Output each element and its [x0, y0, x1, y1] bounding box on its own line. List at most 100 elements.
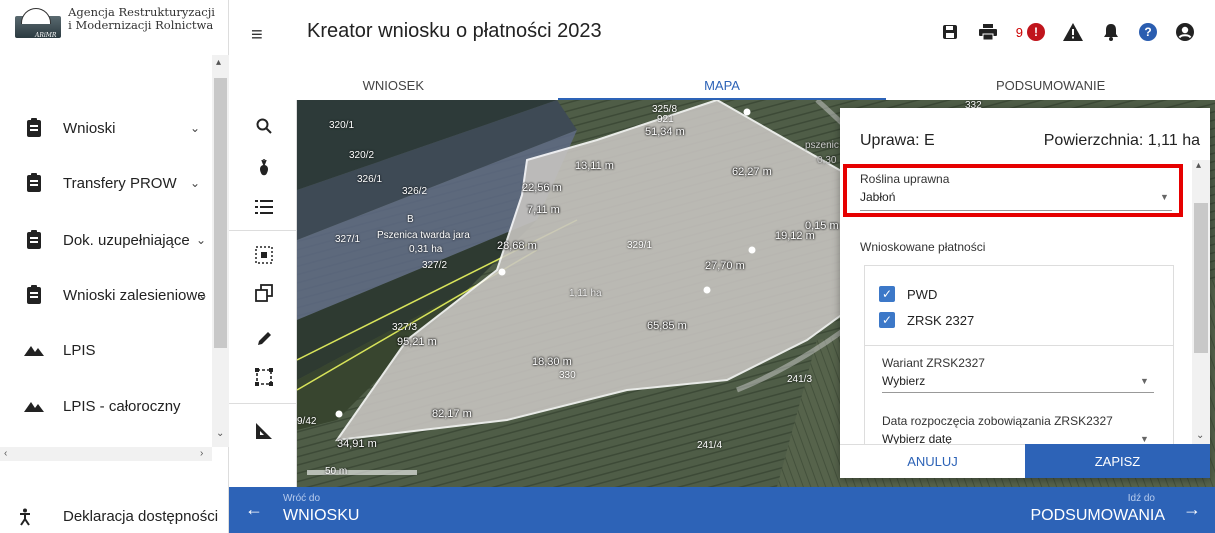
accessibility-icon: [15, 507, 35, 527]
clipboard-icon: [24, 117, 44, 138]
field-b-area: 0,31 ha: [409, 244, 443, 255]
parcel-label: 320/2: [349, 150, 375, 161]
sidebar-item-transfery-prow[interactable]: Transfery PROW ⌄: [0, 163, 212, 203]
save-icon[interactable]: [940, 22, 960, 42]
page-title: Kreator wniosku o płatności 2023: [307, 20, 602, 42]
menu-icon[interactable]: ≡: [251, 24, 263, 47]
segment-length: 62,27 m: [732, 166, 772, 178]
dropdown-caret-icon: ▼: [1140, 376, 1149, 386]
arimr-logo[interactable]: ARiMR Agencja Restrukturyzacji i Moderni…: [15, 6, 215, 50]
pencil-icon[interactable]: [253, 328, 275, 350]
copy-shape-icon[interactable]: [253, 282, 275, 304]
accessibility-declaration-label: Deklaracja dostępności: [63, 508, 219, 525]
crop-plant-icon[interactable]: [253, 157, 275, 179]
field-e-area: 1,11 ha: [569, 288, 602, 299]
chevron-down-icon: ⌄: [196, 233, 207, 247]
search-icon[interactable]: [253, 115, 275, 137]
scroll-right-icon[interactable]: ›: [200, 448, 203, 459]
cancel-button[interactable]: ANULUJ: [840, 444, 1025, 478]
error-icon[interactable]: !: [1027, 23, 1045, 41]
user-account-icon[interactable]: [1175, 22, 1195, 42]
top-bar: ≡ Kreator wniosku o płatności 2023 9 ! ?: [229, 0, 1215, 70]
date-select[interactable]: Wybierz datę ▼: [882, 428, 1154, 444]
help-icon[interactable]: ?: [1139, 23, 1157, 41]
sidebar-horizontal-scrollbar[interactable]: [0, 447, 212, 461]
mountains-icon: [24, 396, 44, 416]
sidebar-item-lpis-caloroczny[interactable]: LPIS - całoroczny: [0, 386, 212, 426]
bounding-box-icon[interactable]: [253, 366, 275, 388]
sidebar: ARiMR Agencja Restrukturyzacji i Moderni…: [0, 0, 229, 533]
back-to-application-button[interactable]: ← Wróć do WNIOSKU: [229, 487, 489, 533]
tab-podsumowanie[interactable]: PODSUMOWANIE: [886, 70, 1215, 100]
segment-length: 34,91 m: [337, 438, 377, 450]
checkbox-pwd[interactable]: ✓: [879, 286, 895, 302]
neighbor-field-label: pszenic: [805, 140, 839, 151]
parcel-label: 330: [559, 370, 576, 381]
scroll-left-icon[interactable]: ‹: [4, 448, 7, 459]
dropdown-caret-icon: ▼: [1140, 434, 1149, 444]
map-toolbar: [229, 100, 297, 487]
error-count: 9: [1015, 24, 1023, 40]
go-to-summary-button[interactable]: Idź do PODSUMOWANIA →: [955, 487, 1215, 533]
parcel-label: 241/4: [697, 440, 723, 451]
select-area-icon[interactable]: [253, 244, 275, 266]
segment-length: 13,11 m: [575, 160, 614, 172]
sidebar-item-label: Wnioski zalesieniowe: [63, 286, 206, 304]
tab-bar: WNIOSEK MAPA PODSUMOWANIE: [229, 70, 1215, 100]
divider: [229, 230, 297, 231]
segment-length: 0,15 m: [805, 220, 839, 232]
checkbox-zrsk2327[interactable]: ✓: [879, 312, 895, 328]
clipboard-icon: [24, 172, 44, 193]
parcel-label: 921: [657, 114, 674, 125]
sidebar-item-wnioski-zalesieniowe[interactable]: Wnioski zalesieniowe ⌄: [0, 275, 212, 315]
segment-length: 65,85 m: [647, 320, 687, 332]
parcel-label: 9/42: [297, 416, 317, 427]
scroll-up-icon[interactable]: ▴: [1196, 160, 1201, 171]
payment-label: ZRSK 2327: [907, 313, 975, 328]
mountains-icon: [24, 340, 44, 360]
accessibility-declaration-link[interactable]: Deklaracja dostępności: [0, 500, 229, 533]
arimr-logo-icon: ARiMR: [15, 6, 62, 42]
scroll-up-icon[interactable]: ▴: [216, 57, 221, 68]
tab-wniosek[interactable]: WNIOSEK: [229, 70, 558, 100]
segment-length: 82,17 m: [432, 408, 472, 420]
parcel-label: 327/2: [422, 260, 448, 271]
save-button[interactable]: ZAPISZ: [1025, 444, 1210, 478]
sidebar-item-label: Transfery PROW: [63, 174, 177, 192]
field-b-crop: Pszenica twarda jara: [377, 230, 470, 241]
field-b-label: B: [407, 214, 414, 225]
date-label: Data rozpoczęcia zobowiązania ZRSK2327: [882, 414, 1113, 428]
sidebar-item-dok-uzupelniajace[interactable]: Dok. uzupełniające ⌄: [0, 220, 212, 260]
parcel-label: 329/1: [627, 240, 653, 251]
sidebar-scrollbar-thumb[interactable]: [214, 78, 227, 348]
segment-length: 51,34 m: [645, 126, 685, 138]
scroll-down-icon[interactable]: ⌄: [216, 428, 224, 439]
parcel-label: 326/1: [357, 174, 383, 185]
highlight-box: [843, 164, 1183, 217]
clipboard-icon: [24, 229, 44, 250]
segment-length: 27,70 m: [705, 260, 745, 272]
print-icon[interactable]: [978, 22, 998, 42]
list-icon[interactable]: [253, 196, 275, 218]
tab-mapa[interactable]: MAPA: [557, 70, 887, 100]
dialog-scrollbar-thumb[interactable]: [1194, 203, 1208, 353]
segment-length: 18,30 m: [532, 356, 572, 368]
variant-select[interactable]: Wybierz ▼: [882, 370, 1154, 390]
arrow-right-icon: →: [1183, 499, 1201, 519]
variant-select-value: Wybierz: [882, 374, 926, 388]
bell-icon[interactable]: [1101, 22, 1121, 42]
parcel-label: 327/3: [392, 322, 418, 333]
warning-icon[interactable]: [1063, 22, 1083, 42]
sidebar-item-label: Wnioski: [63, 119, 116, 137]
date-select-value: Wybierz datę: [882, 432, 952, 444]
sidebar-item-wnioski[interactable]: Wnioski ⌄: [0, 108, 212, 148]
dialog-footer: ANULUJ ZAPISZ: [840, 444, 1210, 478]
parcel-label: 326/2: [402, 186, 428, 197]
neighbor-field-area: 0,30: [817, 155, 837, 166]
measure-icon[interactable]: [253, 420, 275, 442]
scroll-down-icon[interactable]: ⌄: [1196, 430, 1204, 441]
area-title: Powierzchnia: 1,11 ha: [1043, 132, 1200, 149]
sidebar-item-lpis[interactable]: LPIS: [0, 330, 212, 370]
back-target: WNIOSKU: [283, 507, 360, 524]
sidebar-item-label: Dok. uzupełniające: [63, 231, 190, 249]
